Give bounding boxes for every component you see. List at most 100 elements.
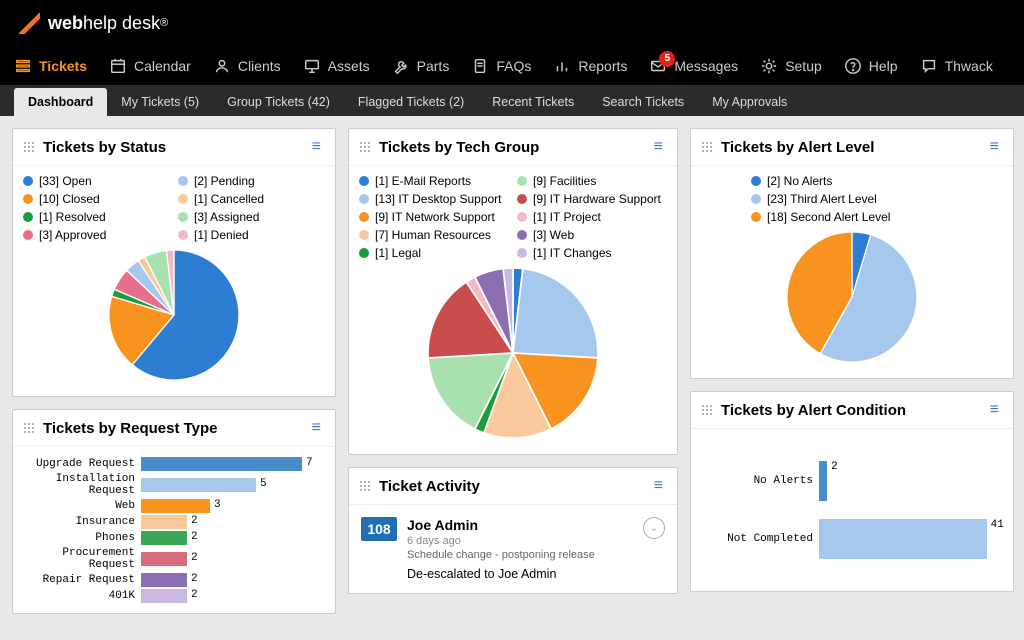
legend-item[interactable]: [1] Resolved	[23, 210, 170, 224]
nav-label: Reports	[578, 58, 627, 74]
card-title: Tickets by Tech Group	[379, 139, 650, 156]
legend-item[interactable]: [1] E-Mail Reports	[359, 174, 509, 188]
legend-item[interactable]: [1] Legal	[359, 246, 509, 260]
bar-row[interactable]: Installation Request5	[23, 473, 325, 497]
drag-handle-icon[interactable]	[701, 141, 713, 153]
nav-help[interactable]: Help	[844, 57, 898, 75]
bar-value: 2	[187, 515, 198, 527]
legend-color-dot	[178, 176, 188, 186]
card-title: Ticket Activity	[379, 478, 650, 495]
drag-handle-icon[interactable]	[359, 480, 371, 492]
legend-item[interactable]: [2] No Alerts	[751, 174, 1003, 188]
nav-calendar[interactable]: Calendar	[109, 57, 191, 75]
legend-label: [3] Approved	[39, 228, 106, 242]
nav-label: Help	[869, 58, 898, 74]
subnav-tab[interactable]: Search Tickets	[588, 88, 698, 116]
bar-label: Insurance	[23, 516, 141, 528]
nav-messages[interactable]: Messages5	[649, 57, 738, 75]
activity-user: Joe Admin	[407, 517, 633, 533]
subnav-tab[interactable]: My Approvals	[698, 88, 801, 116]
nav-setup[interactable]: Setup	[760, 57, 822, 75]
legend-alertlevel: [2] No Alerts [23] Third Alert Level [18] …	[701, 174, 1003, 224]
legend-item[interactable]: [3] Approved	[23, 228, 170, 242]
expand-chevron-icon[interactable]: ⌄	[643, 517, 665, 539]
legend-item[interactable]: [10] Closed	[23, 192, 170, 206]
logo-swoosh-icon	[18, 12, 40, 34]
bar-label: Upgrade Request	[23, 458, 141, 470]
card-menu-icon[interactable]: ≡	[308, 419, 325, 437]
legend-color-dot	[178, 230, 188, 240]
bar-label: Procurement Request	[23, 547, 141, 571]
legend-item[interactable]: [9] IT Hardware Support	[517, 192, 667, 206]
legend-item[interactable]: [23] Third Alert Level	[751, 192, 1003, 206]
legend-item[interactable]: [1] Denied	[178, 228, 325, 242]
card-menu-icon[interactable]: ≡	[986, 401, 1003, 419]
legend-item[interactable]: [3] Web	[517, 228, 667, 242]
legend-item[interactable]: [13] IT Desktop Support	[359, 192, 509, 206]
bar-value: 2	[187, 531, 198, 543]
subnav-tab[interactable]: Group Tickets (42)	[213, 88, 344, 116]
bar-chart-request-type: Upgrade Request7 Installation Request5 Web…	[13, 447, 335, 613]
card-menu-icon[interactable]: ≡	[308, 138, 325, 156]
nav-assets[interactable]: Assets	[303, 57, 370, 75]
card-menu-icon[interactable]: ≡	[650, 477, 667, 495]
bar-row[interactable]: Upgrade Request7	[23, 457, 325, 471]
bar-row[interactable]: Web3	[23, 499, 325, 513]
legend-item[interactable]: [9] Facilities	[517, 174, 667, 188]
nav-faqs[interactable]: FAQs	[471, 57, 531, 75]
activity-item[interactable]: 108 Joe Admin 6 days ago Schedule change…	[359, 513, 667, 585]
card-menu-icon[interactable]: ≡	[650, 138, 667, 156]
legend-color-dot	[359, 194, 369, 204]
bar-label: Phones	[23, 532, 141, 544]
legend-item[interactable]: [18] Second Alert Level	[751, 210, 1003, 224]
subnav-tab[interactable]: Dashboard	[14, 88, 107, 116]
legend-color-dot	[751, 194, 761, 204]
legend-label: [9] Facilities	[533, 174, 596, 188]
nav-tickets[interactable]: Tickets	[14, 57, 87, 75]
bar-row[interactable]: Procurement Request2	[23, 547, 325, 571]
legend-item[interactable]: [1] IT Changes	[517, 246, 667, 260]
subnav-tab[interactable]: Flagged Tickets (2)	[344, 88, 478, 116]
legend-item[interactable]: [7] Human Resources	[359, 228, 509, 242]
legend-item[interactable]: [33] Open	[23, 174, 170, 188]
bar-row[interactable]: Phones 2	[23, 531, 325, 545]
bar-row[interactable]: 401K2	[23, 589, 325, 603]
nav-thwack[interactable]: Thwack	[920, 57, 993, 75]
legend-item[interactable]: [1] IT Project	[517, 210, 667, 224]
legend-color-dot	[517, 212, 527, 222]
pie-slice[interactable]	[513, 269, 598, 358]
bar-row[interactable]: Repair Request2	[23, 573, 325, 587]
bar-row[interactable]: Not Completed41	[701, 519, 1003, 559]
legend-item[interactable]: [9] IT Network Support	[359, 210, 509, 224]
nav-reports[interactable]: Reports	[553, 57, 627, 75]
drag-handle-icon[interactable]	[701, 404, 713, 416]
nav-label: Setup	[785, 58, 822, 74]
card-tickets-by-status: Tickets by Status≡ [33] Open[2] Pending[…	[12, 128, 336, 397]
card-menu-icon[interactable]: ≡	[986, 138, 1003, 156]
nav-clients[interactable]: Clients	[213, 57, 281, 75]
legend-color-dot	[23, 230, 33, 240]
nav-label: Assets	[328, 58, 370, 74]
bar-fill	[819, 519, 987, 559]
nav-label: Thwack	[945, 58, 993, 74]
bar-row[interactable]: No Alerts2	[701, 461, 1003, 501]
subnav-tab[interactable]: My Tickets (5)	[107, 88, 213, 116]
drag-handle-icon[interactable]	[23, 141, 35, 153]
activity-timestamp: 6 days ago	[407, 535, 633, 547]
nav-label: Parts	[417, 58, 450, 74]
legend-label: [1] Cancelled	[194, 192, 264, 206]
bar-row[interactable]: Insurance 2	[23, 515, 325, 529]
activity-subject: Schedule change - postponing release	[407, 549, 633, 561]
card-title: Tickets by Alert Condition	[721, 402, 986, 419]
legend-label: [9] IT Hardware Support	[533, 192, 661, 206]
legend-color-dot	[178, 212, 188, 222]
legend-item[interactable]: [1] Cancelled	[178, 192, 325, 206]
dashboard-grid: Tickets by Status≡ [33] Open[2] Pending[…	[0, 116, 1024, 626]
subnav-tab[interactable]: Recent Tickets	[478, 88, 588, 116]
legend-item[interactable]: [2] Pending	[178, 174, 325, 188]
drag-handle-icon[interactable]	[23, 422, 35, 434]
legend-label: [7] Human Resources	[375, 228, 491, 242]
nav-parts[interactable]: Parts	[392, 57, 450, 75]
legend-item[interactable]: [3] Assigned	[178, 210, 325, 224]
drag-handle-icon[interactable]	[359, 141, 371, 153]
